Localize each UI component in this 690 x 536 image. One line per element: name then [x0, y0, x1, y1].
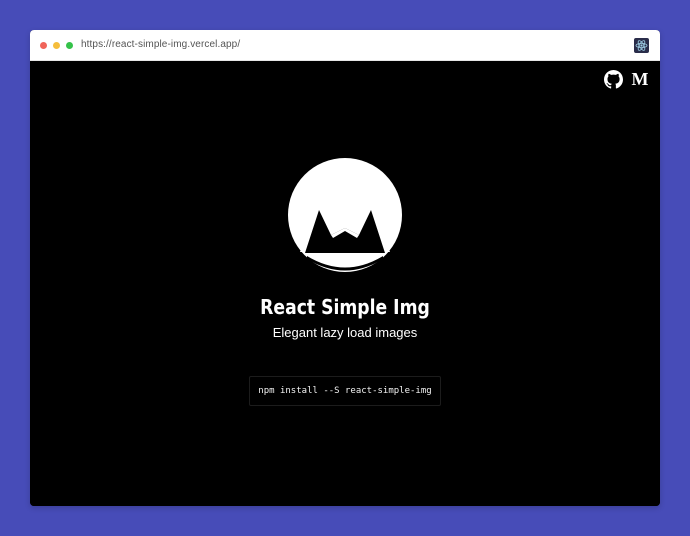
- github-icon[interactable]: [604, 70, 623, 89]
- close-window-button[interactable]: [40, 42, 47, 49]
- maximize-window-button[interactable]: [66, 42, 73, 49]
- medium-icon[interactable]: M: [631, 70, 649, 89]
- page-content: M React Simple Img Elegant lazy load ima…: [30, 61, 660, 506]
- page-title: React Simple Img: [260, 295, 430, 319]
- page-subtitle: Elegant lazy load images: [272, 325, 418, 340]
- browser-window: https://react-simple-img.vercel.app/ M R…: [30, 30, 660, 506]
- minimize-window-button[interactable]: [53, 42, 60, 49]
- react-extension-icon[interactable]: [634, 38, 649, 53]
- install-command[interactable]: npm install --S react-simple-img: [249, 376, 441, 406]
- address-bar-url[interactable]: https://react-simple-img.vercel.app/: [81, 39, 240, 51]
- browser-titlebar: https://react-simple-img.vercel.app/: [30, 30, 660, 61]
- mountain-logo-icon: [288, 158, 402, 272]
